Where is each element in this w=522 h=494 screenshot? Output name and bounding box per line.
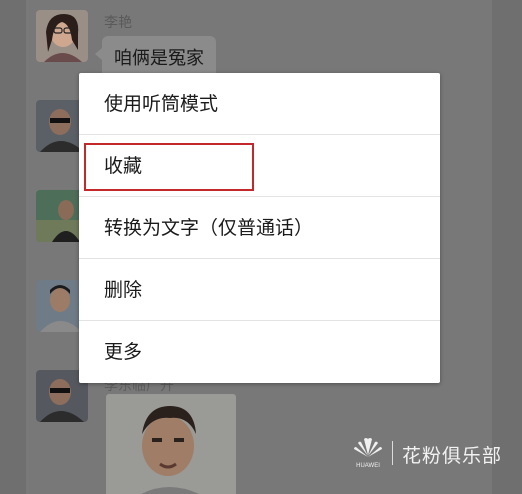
watermark-separator — [392, 441, 393, 465]
menu-item-label: 更多 — [104, 341, 143, 363]
menu-item-label: 使用听筒模式 — [104, 93, 219, 115]
photo-message[interactable] — [106, 394, 236, 494]
watermark-text: 花粉俱乐部 — [402, 445, 503, 467]
menu-item-favorite[interactable]: 收藏 — [79, 135, 440, 197]
menu-item-label: 删除 — [104, 279, 143, 301]
message-bubble[interactable]: 咱俩是冤家 — [95, 36, 216, 78]
huawei-logo-icon: HUAWEI — [354, 438, 382, 469]
watermark: HUAWEI 花粉俱乐部 — [352, 435, 512, 475]
menu-item-delete[interactable]: 删除 — [79, 259, 440, 321]
sender-name: 李艳 — [104, 15, 132, 31]
menu-item-label: 收藏 — [104, 155, 143, 177]
context-menu: 使用听筒模式 收藏 转换为文字（仅普通话） 删除 更多 — [79, 73, 440, 383]
contact-avatar[interactable] — [36, 10, 88, 62]
menu-item-convert-to-text[interactable]: 转换为文字（仅普通话） — [79, 197, 440, 259]
menu-item-label: 转换为文字（仅普通话） — [104, 217, 314, 239]
menu-item-earpiece-mode[interactable]: 使用听筒模式 — [79, 73, 440, 135]
menu-item-more[interactable]: 更多 — [79, 321, 440, 383]
svg-text:HUAWEI: HUAWEI — [356, 463, 380, 469]
